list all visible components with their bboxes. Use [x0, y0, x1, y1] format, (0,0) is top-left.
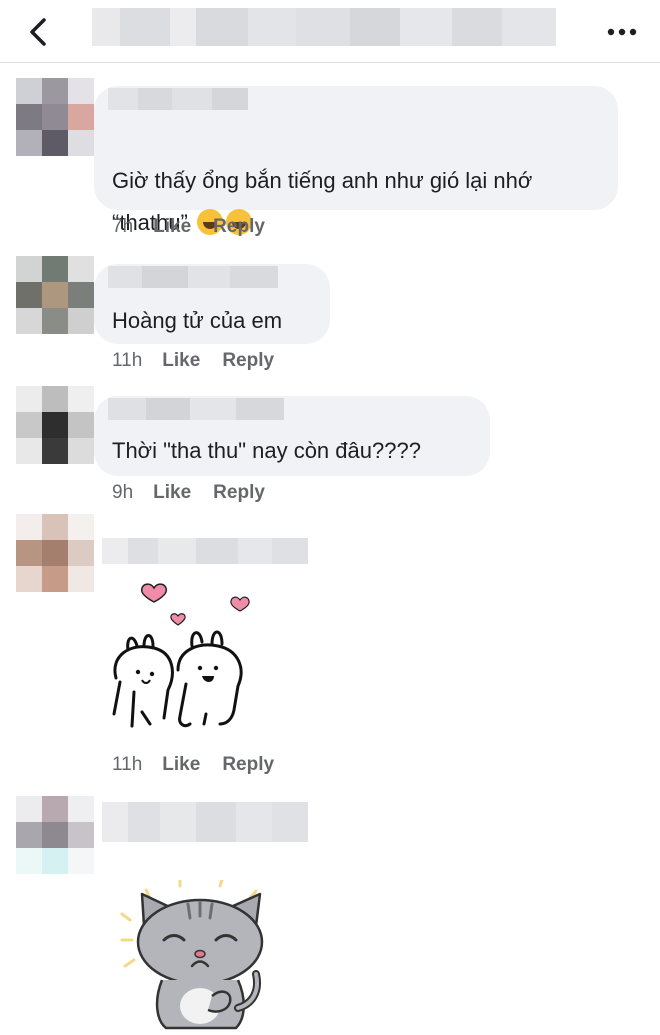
comment-text: Hoàng tử của em	[112, 308, 283, 333]
reply-button[interactable]: Reply	[213, 216, 265, 238]
reply-button[interactable]: Reply	[222, 350, 274, 372]
comment	[0, 796, 660, 1035]
like-button[interactable]: Like	[162, 754, 200, 776]
blurred-author-name	[108, 266, 278, 288]
avatar[interactable]	[16, 796, 94, 874]
reply-button[interactable]: Reply	[213, 482, 265, 504]
heart-icon	[141, 583, 167, 603]
avatar[interactable]	[16, 386, 94, 464]
comment-actions: 11h Like Reply	[112, 754, 274, 776]
chevron-left-icon	[30, 18, 46, 46]
more-horizontal-icon	[607, 28, 637, 36]
blurred-author-name	[108, 88, 248, 110]
heart-icon	[230, 596, 250, 612]
comment-actions: 11h Like Reply	[112, 350, 274, 372]
reply-button[interactable]: Reply	[222, 754, 274, 776]
comment: Hoàng tử của em 11h Like Reply	[0, 256, 660, 378]
avatar[interactable]	[16, 78, 94, 156]
like-button[interactable]: Like	[162, 350, 200, 372]
comment: Thời "tha thu" nay còn đâu???? 9h Like R…	[0, 386, 660, 508]
comment-time: 9h	[112, 482, 134, 503]
comment-time: 11h	[112, 350, 143, 371]
comment-bubble[interactable]: Giờ thấy ổng bắn tiếng anh như gió lại n…	[94, 86, 618, 235]
back-button[interactable]	[18, 12, 58, 52]
heart-icon	[170, 613, 186, 626]
blurred-author-name	[102, 802, 308, 842]
blurred-author-name	[102, 538, 308, 564]
like-button[interactable]: Like	[153, 482, 191, 504]
smug-gray-cat-sticker[interactable]	[120, 880, 280, 1030]
comment: Giờ thấy ổng bắn tiếng anh như gió lại n…	[0, 78, 660, 248]
comment-text: Thời "tha thu" nay còn đâu????	[112, 438, 421, 463]
like-button[interactable]: Like	[153, 216, 191, 238]
avatar[interactable]	[16, 514, 94, 592]
comment-time: 7h	[112, 216, 134, 237]
comment-bubble[interactable]: Thời "tha thu" nay còn đâu????	[94, 396, 490, 476]
comment-bubble[interactable]: Hoàng tử của em	[94, 264, 330, 344]
avatar[interactable]	[16, 256, 94, 334]
blurred-author-name	[108, 398, 284, 420]
comment-time: 11h	[112, 754, 143, 775]
comment-actions: 9h Like Reply	[112, 482, 265, 504]
top-bar	[0, 0, 660, 63]
hugging-rabbits-with-hearts-sticker[interactable]	[100, 574, 270, 744]
more-options-button[interactable]	[602, 12, 642, 52]
blurred-page-title	[92, 8, 556, 46]
comment: 11h Like Reply	[0, 514, 660, 784]
comment-actions: 7h Like Reply	[112, 216, 265, 238]
